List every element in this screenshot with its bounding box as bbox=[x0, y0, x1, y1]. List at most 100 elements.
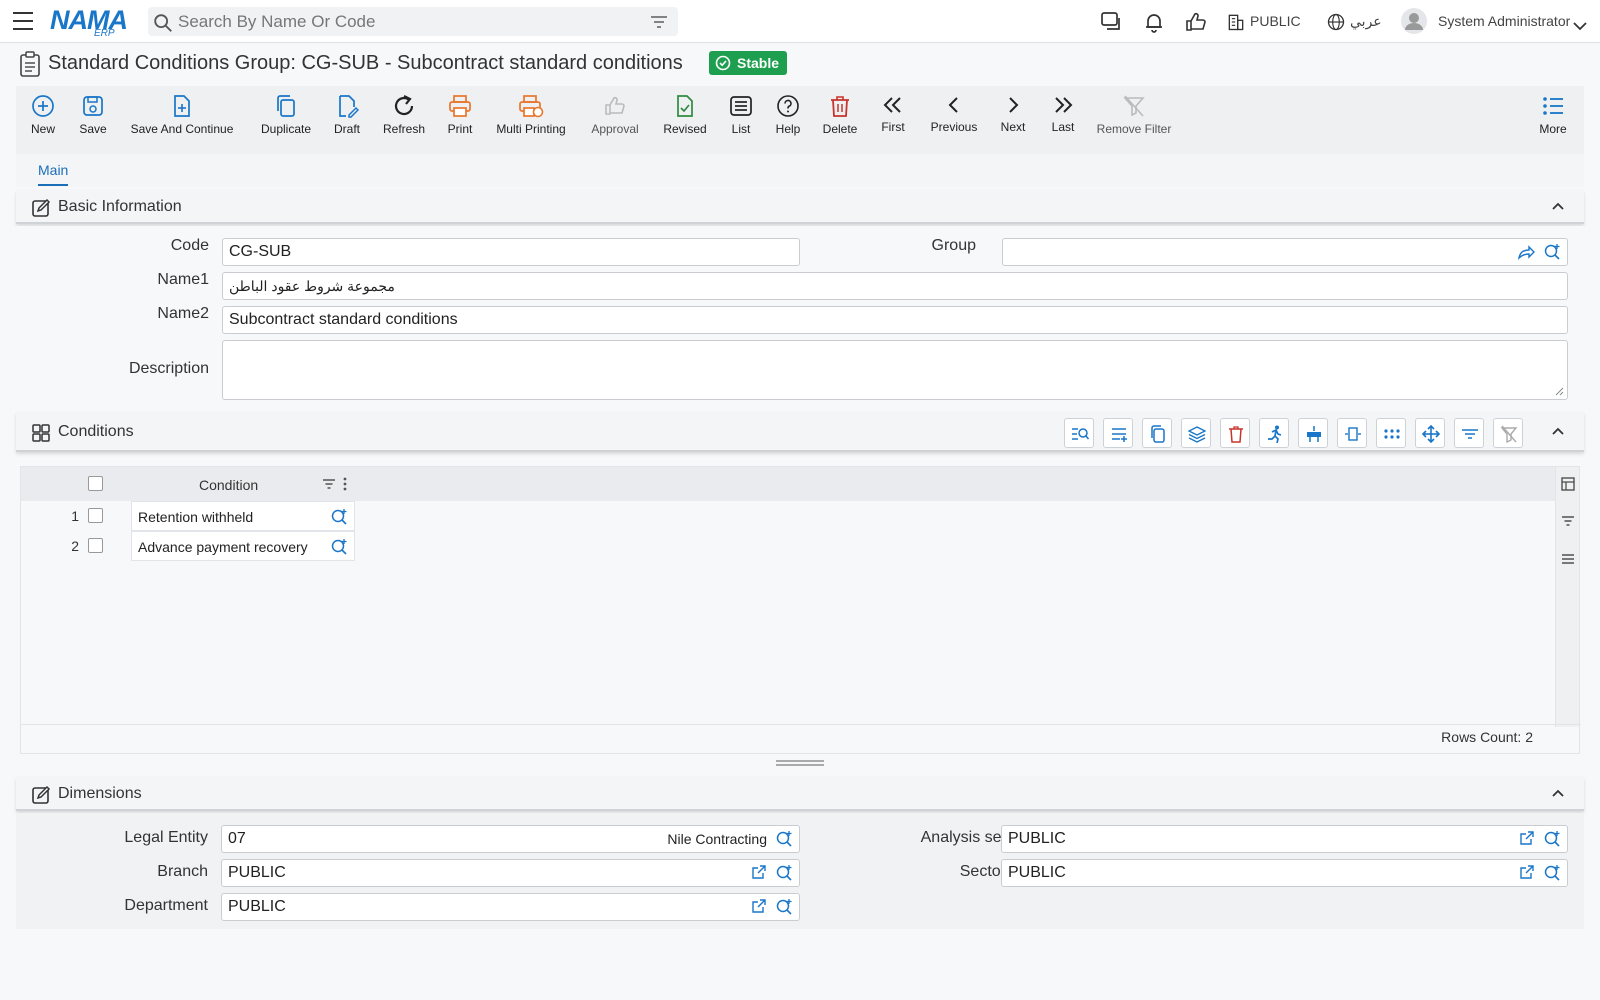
thumbs-up-icon[interactable] bbox=[1184, 10, 1208, 34]
table-row[interactable]: 1 Retention withheld bbox=[21, 501, 361, 531]
department-field[interactable]: PUBLIC bbox=[221, 893, 800, 921]
lookup-search-icon[interactable] bbox=[330, 508, 348, 526]
save-and-continue-button[interactable]: Save And Continue bbox=[130, 92, 234, 136]
table-row[interactable]: 2 Advance payment recovery bbox=[21, 531, 361, 561]
new-button[interactable]: New bbox=[30, 92, 56, 136]
avatar[interactable] bbox=[1400, 7, 1428, 35]
last-button[interactable]: Last bbox=[1050, 92, 1076, 134]
more-button[interactable]: More bbox=[1538, 92, 1568, 136]
chevron-up-icon[interactable] bbox=[1550, 787, 1566, 799]
basic-information-header[interactable]: Basic Information bbox=[16, 190, 1584, 224]
open-external-icon[interactable] bbox=[1519, 864, 1535, 880]
previous-button[interactable]: Previous bbox=[930, 92, 978, 134]
lookup-search-icon[interactable] bbox=[775, 830, 793, 848]
language-selector[interactable]: عربي bbox=[1350, 13, 1382, 30]
row-checkbox[interactable] bbox=[88, 538, 103, 553]
dimensions-header[interactable]: Dimensions bbox=[16, 777, 1584, 811]
lookup-search-icon[interactable] bbox=[775, 898, 793, 916]
grid-insert-button[interactable] bbox=[1298, 418, 1328, 448]
help-button[interactable]: Help bbox=[774, 92, 802, 136]
column-menu-icon[interactable] bbox=[343, 477, 347, 491]
lookup-search-icon[interactable] bbox=[775, 864, 793, 882]
filter-off-icon bbox=[1500, 425, 1518, 443]
description-textarea[interactable] bbox=[222, 340, 1568, 400]
lookup-search-icon[interactable] bbox=[1543, 243, 1561, 261]
grid-copy-button[interactable] bbox=[1142, 418, 1172, 448]
grid-delete-button[interactable] bbox=[1220, 418, 1250, 448]
section-resize-handle[interactable] bbox=[776, 760, 824, 766]
tab-main[interactable]: Main bbox=[38, 162, 69, 186]
lookup-search-icon[interactable] bbox=[1543, 830, 1561, 848]
chevron-up-icon[interactable] bbox=[1550, 425, 1566, 437]
branch-field[interactable]: PUBLIC bbox=[221, 859, 800, 887]
grid-dots-button[interactable] bbox=[1376, 418, 1406, 448]
basic-information-title: Basic Information bbox=[58, 198, 182, 215]
save-button[interactable]: Save bbox=[78, 92, 108, 136]
new-label: New bbox=[30, 122, 55, 136]
name2-field[interactable]: Subcontract standard conditions bbox=[222, 306, 1568, 334]
refresh-button[interactable]: Refresh bbox=[382, 92, 426, 136]
row-checkbox[interactable] bbox=[88, 508, 103, 523]
analysis-set-label: Analysis set bbox=[920, 829, 1006, 846]
group-field[interactable] bbox=[1002, 238, 1568, 266]
chat-icon[interactable] bbox=[1100, 10, 1124, 34]
remove-filter-button[interactable]: Remove Filter bbox=[1096, 92, 1172, 136]
app-logo[interactable]: NAMA ERP bbox=[50, 4, 132, 39]
grid-move-button[interactable] bbox=[1415, 418, 1445, 448]
open-external-icon[interactable] bbox=[751, 898, 767, 914]
code-field[interactable]: CG-SUB bbox=[222, 238, 800, 266]
first-button[interactable]: First bbox=[880, 92, 906, 134]
hamburger-menu-icon[interactable] bbox=[13, 12, 33, 30]
company-selector[interactable]: PUBLIC bbox=[1250, 13, 1301, 29]
user-name[interactable]: System Administrator bbox=[1438, 13, 1570, 29]
delete-button[interactable]: Delete bbox=[822, 92, 858, 136]
revised-label: Revised bbox=[663, 122, 707, 136]
select-all-checkbox[interactable] bbox=[88, 476, 103, 491]
condition-cell[interactable]: Advance payment recovery bbox=[131, 531, 355, 561]
status-text: Stable bbox=[737, 55, 780, 71]
grid-add-row-button[interactable] bbox=[1103, 418, 1133, 448]
chevron-down-icon[interactable] bbox=[1572, 14, 1588, 38]
analysis-set-field[interactable]: PUBLIC bbox=[1001, 825, 1568, 853]
list-button[interactable]: List bbox=[728, 92, 754, 136]
sector-field[interactable]: PUBLIC bbox=[1001, 859, 1568, 887]
menu-lines-icon[interactable] bbox=[1561, 553, 1575, 565]
open-external-icon[interactable] bbox=[1519, 830, 1535, 846]
filter-icon[interactable] bbox=[650, 14, 668, 30]
approval-button[interactable]: Approval bbox=[590, 92, 640, 136]
revised-button[interactable]: Revised bbox=[662, 92, 708, 136]
grid-layers-button[interactable] bbox=[1181, 418, 1211, 448]
conditions-header[interactable]: Conditions bbox=[16, 412, 1584, 452]
filter-panel-icon[interactable] bbox=[1561, 515, 1575, 527]
bell-icon[interactable] bbox=[1142, 10, 1166, 34]
grid-remove-filter-button[interactable] bbox=[1493, 418, 1523, 448]
multi-printing-button[interactable]: Multi Printing bbox=[496, 92, 566, 136]
edit-square-icon bbox=[32, 785, 51, 804]
grid-fit-button[interactable] bbox=[1337, 418, 1367, 448]
search-input[interactable] bbox=[178, 7, 638, 36]
grid-search-button[interactable] bbox=[1064, 418, 1094, 448]
chevron-up-icon[interactable] bbox=[1550, 200, 1566, 212]
lookup-search-icon[interactable] bbox=[330, 538, 348, 556]
grid-icon bbox=[32, 424, 50, 442]
lookup-search-icon[interactable] bbox=[1543, 864, 1561, 882]
name1-field[interactable]: مجموعة شروط عقود الباطن bbox=[222, 272, 1568, 300]
legal-entity-name: Nile Contracting bbox=[667, 831, 767, 847]
grid-run-button[interactable] bbox=[1259, 418, 1289, 448]
resize-grip-icon[interactable] bbox=[1554, 386, 1564, 396]
columns-panel-icon[interactable] bbox=[1561, 477, 1575, 491]
duplicate-button[interactable]: Duplicate bbox=[258, 92, 314, 136]
next-button[interactable]: Next bbox=[998, 92, 1028, 134]
fit-width-icon bbox=[1345, 427, 1361, 441]
condition-cell[interactable]: Retention withheld bbox=[131, 501, 355, 531]
grid-footer-divider bbox=[21, 724, 1581, 725]
condition-column-header[interactable]: Condition bbox=[199, 477, 258, 493]
open-external-icon[interactable] bbox=[751, 864, 767, 880]
share-arrow-icon[interactable] bbox=[1517, 243, 1535, 261]
legal-entity-value: 07 bbox=[228, 830, 246, 847]
print-button[interactable]: Print bbox=[446, 92, 474, 136]
legal-entity-field[interactable]: 07 Nile Contracting bbox=[221, 825, 800, 853]
grid-filter-button[interactable] bbox=[1454, 418, 1484, 448]
column-filter-icon[interactable] bbox=[322, 478, 336, 490]
draft-button[interactable]: Draft bbox=[332, 92, 362, 136]
